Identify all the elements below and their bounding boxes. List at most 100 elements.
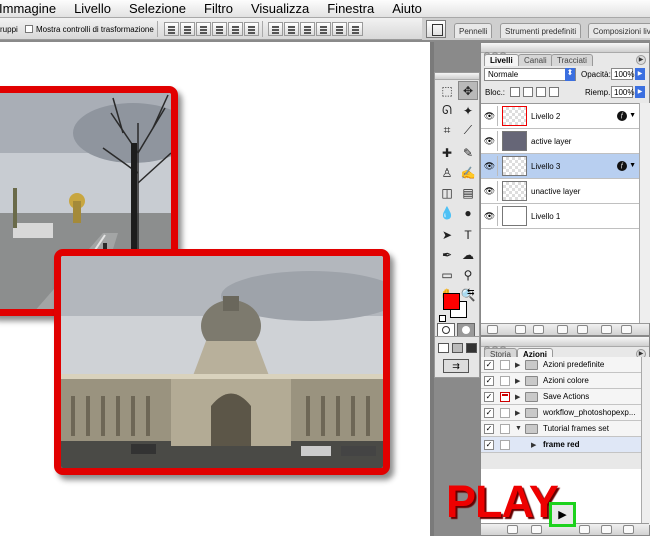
trash-icon[interactable] bbox=[621, 325, 632, 334]
lasso-tool-icon[interactable]: ᘏ bbox=[437, 101, 457, 120]
layers-scrollbar[interactable] bbox=[639, 103, 650, 323]
full-screen-menu-icon[interactable] bbox=[452, 343, 463, 353]
layer-row-selected[interactable]: 👁 Livello 3 ƒ ▼ bbox=[481, 154, 639, 179]
new-group-icon[interactable] bbox=[577, 325, 588, 334]
toggle-checkbox[interactable]: ✓ bbox=[484, 392, 494, 402]
toggle-checkbox[interactable]: ✓ bbox=[484, 376, 494, 386]
visibility-eye-icon[interactable]: 👁 bbox=[483, 135, 496, 147]
dialog-toggle[interactable] bbox=[500, 424, 510, 434]
slice-tool-icon[interactable]: ⟋ bbox=[458, 121, 478, 140]
menu-finestra[interactable]: Finestra bbox=[327, 1, 374, 16]
magic-wand-tool-icon[interactable]: ✦ bbox=[458, 101, 478, 120]
menu-visualizza[interactable]: Visualizza bbox=[251, 1, 309, 16]
layer-row[interactable]: 👁 Livello 2 ƒ ▼ bbox=[481, 104, 639, 129]
expand-triangle-icon[interactable]: ▶ bbox=[531, 441, 536, 449]
path-selection-tool-icon[interactable]: ➤ bbox=[437, 225, 457, 244]
collapse-triangle-icon[interactable]: ▼ bbox=[515, 425, 522, 432]
swap-colors-icon[interactable]: ⇆ bbox=[467, 287, 475, 298]
layer-style-icon[interactable]: ƒ bbox=[617, 111, 627, 121]
align-vcenter-icon[interactable] bbox=[180, 22, 195, 36]
clone-stamp-tool-icon[interactable]: ♙ bbox=[437, 163, 457, 182]
well-tab-strumenti[interactable]: Strumenti predefiniti bbox=[500, 23, 582, 38]
distribute-vcenter-icon[interactable] bbox=[284, 22, 299, 36]
healing-brush-tool-icon[interactable]: ✚ bbox=[437, 143, 457, 162]
standard-screen-icon[interactable] bbox=[438, 343, 449, 353]
dialog-toggle[interactable] bbox=[500, 440, 510, 450]
add-style-icon[interactable] bbox=[515, 325, 526, 334]
gradient-tool-icon[interactable]: ▤ bbox=[458, 183, 478, 202]
shape-tool-icon[interactable]: ☁ bbox=[458, 245, 478, 264]
fill-slider-icon[interactable]: ▶ bbox=[635, 86, 645, 98]
align-right-icon[interactable] bbox=[244, 22, 259, 36]
menu-livello[interactable]: Livello bbox=[74, 1, 111, 16]
menu-immagine[interactable]: Immagine bbox=[0, 1, 56, 16]
default-colors-icon[interactable] bbox=[439, 315, 446, 322]
tab-canali[interactable]: Canali bbox=[518, 54, 553, 66]
layer-row[interactable]: 👁 active layer bbox=[481, 129, 639, 154]
menu-aiuto[interactable]: Aiuto bbox=[392, 1, 422, 16]
menu-filtro[interactable]: Filtro bbox=[204, 1, 233, 16]
dialog-toggle[interactable] bbox=[500, 360, 510, 370]
new-action-icon[interactable] bbox=[601, 525, 612, 534]
well-tab-pennelli[interactable]: Pennelli bbox=[454, 23, 493, 38]
visibility-eye-icon[interactable]: 👁 bbox=[483, 110, 496, 122]
adjustment-layer-icon[interactable] bbox=[557, 325, 568, 334]
brush-tool-icon[interactable]: ✎ bbox=[458, 143, 478, 162]
visibility-eye-icon[interactable]: 👁 bbox=[483, 210, 496, 222]
expand-effects-icon[interactable]: ▼ bbox=[629, 162, 636, 169]
layer-style-icon[interactable]: ƒ bbox=[617, 161, 627, 171]
move-tool-icon[interactable]: ✥ bbox=[458, 81, 478, 100]
lock-image-icon[interactable] bbox=[523, 87, 533, 97]
crop-tool-icon[interactable]: ⌗ bbox=[437, 121, 457, 140]
play-selection-button[interactable]: ▶ bbox=[549, 502, 576, 527]
dialog-toggle[interactable] bbox=[500, 392, 510, 402]
expand-effects-icon[interactable]: ▼ bbox=[629, 112, 636, 119]
dialog-toggle[interactable] bbox=[500, 376, 510, 386]
distribute-top-icon[interactable] bbox=[268, 22, 283, 36]
blend-mode-select[interactable]: Normale bbox=[484, 68, 576, 81]
actions-scrollbar[interactable] bbox=[641, 357, 650, 525]
jump-to-imageready-icon[interactable]: ⇉ bbox=[443, 359, 469, 373]
workspace-icon[interactable] bbox=[426, 20, 446, 38]
action-row-frame-red[interactable]: ✓ ▶ frame red bbox=[481, 437, 641, 453]
toggle-checkbox[interactable]: ✓ bbox=[484, 408, 494, 418]
visibility-eye-icon[interactable]: 👁 bbox=[483, 185, 496, 197]
type-tool-icon[interactable]: T bbox=[458, 225, 478, 244]
distribute-hcenter-icon[interactable] bbox=[332, 22, 347, 36]
quick-mask-mode-icon[interactable] bbox=[457, 323, 475, 337]
link-slot[interactable] bbox=[497, 106, 498, 126]
layer-row[interactable]: 👁 unactive layer bbox=[481, 179, 639, 204]
expand-triangle-icon[interactable]: ▶ bbox=[515, 377, 520, 385]
palette-menu-icon[interactable]: ▶ bbox=[636, 55, 646, 65]
distribute-bottom-icon[interactable] bbox=[300, 22, 315, 36]
align-left-icon[interactable] bbox=[212, 22, 227, 36]
lock-transparency-icon[interactable] bbox=[510, 87, 520, 97]
link-slot[interactable] bbox=[497, 131, 498, 151]
trash-icon[interactable] bbox=[623, 525, 634, 534]
foreground-color-swatch[interactable] bbox=[443, 293, 460, 310]
marquee-tool-icon[interactable]: ⬚ bbox=[437, 81, 457, 100]
dialog-toggle[interactable] bbox=[500, 408, 510, 418]
lock-position-icon[interactable] bbox=[536, 87, 546, 97]
align-top-icon[interactable] bbox=[164, 22, 179, 36]
action-set-row[interactable]: ✓ ▶ Azioni predefinite bbox=[481, 357, 641, 373]
eraser-tool-icon[interactable]: ◫ bbox=[437, 183, 457, 202]
layer-row[interactable]: 👁 Livello 1 bbox=[481, 204, 639, 229]
link-layers-icon[interactable] bbox=[487, 325, 498, 334]
expand-triangle-icon[interactable]: ▶ bbox=[515, 393, 520, 401]
action-set-row-expanded[interactable]: ✓ ▼ Tutorial frames set bbox=[481, 421, 641, 437]
tab-tracciati[interactable]: Tracciati bbox=[551, 54, 593, 66]
full-screen-icon[interactable] bbox=[466, 343, 477, 353]
toolbox-titlebar[interactable] bbox=[435, 73, 479, 80]
action-set-row[interactable]: ✓ ▶ Azioni colore bbox=[481, 373, 641, 389]
menu-selezione[interactable]: Selezione bbox=[129, 1, 186, 16]
align-bottom-icon[interactable] bbox=[196, 22, 211, 36]
align-hcenter-icon[interactable] bbox=[228, 22, 243, 36]
opacity-slider-icon[interactable]: ▶ bbox=[635, 68, 645, 80]
action-set-row[interactable]: ✓ ▶ Save Actions bbox=[481, 389, 641, 405]
action-set-row[interactable]: ✓ ▶ workflow_photoshopexp... bbox=[481, 405, 641, 421]
pen-tool-icon[interactable]: ✒ bbox=[437, 245, 457, 264]
standard-mode-icon[interactable] bbox=[437, 323, 455, 337]
toggle-checkbox[interactable]: ✓ bbox=[484, 360, 494, 370]
opacity-field[interactable]: 100% bbox=[611, 68, 634, 80]
